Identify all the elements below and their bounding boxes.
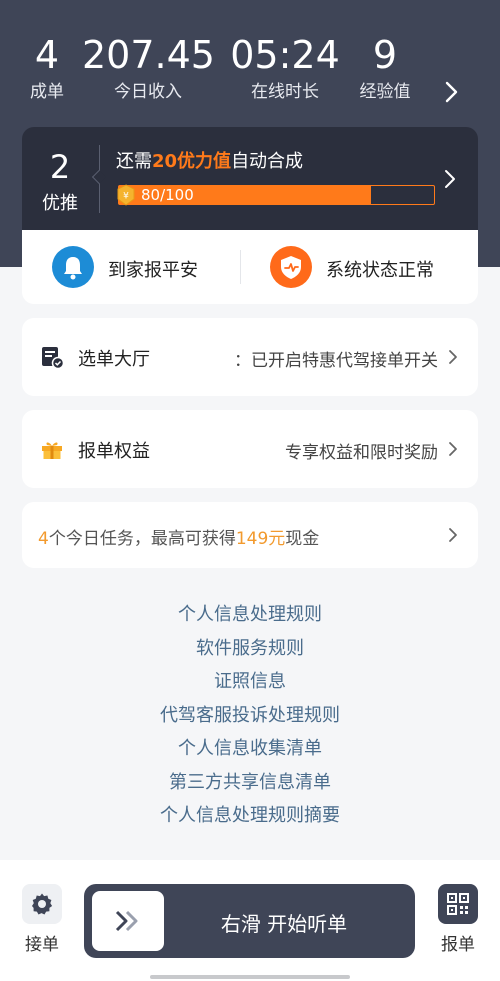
stat-income[interactable]: 207.45 今日收入: [82, 30, 215, 104]
order-hall-card[interactable]: 选单大厅 ：已开启特惠代驾接单开关: [22, 318, 478, 396]
system-status-button[interactable]: 系统状态正常: [270, 246, 450, 288]
task-suffix: 现金: [285, 529, 320, 549]
gift-icon: [42, 442, 62, 459]
order-rights-title: 报单权益: [78, 441, 150, 462]
system-status-label: 系统状态正常: [326, 260, 434, 281]
stat-online-label: 在线时长: [251, 82, 319, 102]
order-rights-card[interactable]: 报单权益 专享权益和限时奖励: [22, 410, 478, 488]
safety-divider: [240, 250, 241, 284]
stat-exp[interactable]: 9 经验值: [356, 30, 414, 104]
safety-card: 到家报平安 系统状态正常: [22, 230, 478, 304]
chevron-right-icon[interactable]: [444, 80, 460, 104]
stat-orders[interactable]: 4 成单: [25, 30, 69, 104]
shield-icon: [270, 246, 312, 288]
stat-online[interactable]: 05:24 在线时长: [230, 30, 340, 104]
link-info-collection-list[interactable]: 个人信息收集清单: [0, 732, 500, 766]
task-amount: 149元: [235, 529, 286, 549]
accept-order-button[interactable]: 接单: [22, 884, 62, 955]
report-order-button[interactable]: 报单: [437, 884, 479, 955]
task-count: 4: [38, 529, 49, 549]
badge-icon: ¥: [117, 184, 135, 206]
daily-tasks-text: 4个今日任务，最高可获得149元现金: [38, 524, 319, 549]
stat-income-label: 今日收入: [114, 82, 182, 102]
promo-title-suffix: 自动合成: [231, 151, 304, 172]
report-safe-button[interactable]: 到家报平安: [52, 246, 222, 288]
task-mid: 个今日任务，最高可获得: [48, 529, 236, 549]
promo-title-prefix: 还需: [116, 151, 152, 172]
order-hall-detail: ：已开启特惠代驾接单开关: [234, 351, 438, 371]
promo-divider-notch: [91, 169, 107, 185]
stat-income-value: 207.45: [82, 33, 215, 77]
order-hall-title: 选单大厅: [78, 349, 150, 370]
chevron-right-icon[interactable]: [444, 169, 456, 189]
daily-tasks-card[interactable]: 4个今日任务，最高可获得149元现金: [22, 502, 478, 568]
report-order-label: 报单: [441, 935, 475, 955]
chevron-right-icon: [449, 442, 457, 456]
stat-exp-label: 经验值: [359, 82, 411, 102]
promo-progress-text: 80/100: [141, 186, 194, 204]
report-safe-label: 到家报平安: [108, 260, 198, 281]
stat-orders-label: 成单: [30, 82, 64, 102]
bottom-bar: 接单 右滑 开始听单 报单: [0, 860, 500, 981]
link-license-info[interactable]: 证照信息: [0, 665, 500, 699]
stat-orders-value: 4: [34, 33, 60, 77]
policy-links: 个人信息处理规则 软件服务规则 证照信息 代驾客服投诉处理规则 个人信息收集清单…: [0, 598, 500, 833]
chevron-right-icon: [449, 528, 457, 542]
promo-title-highlight: 20优力值: [152, 151, 232, 172]
qr-code-icon: [438, 884, 478, 924]
promo-count: 2: [49, 148, 71, 186]
slider-text: 右滑 开始听单: [220, 912, 348, 936]
link-personal-info-rules-summary[interactable]: 个人信息处理规则摘要: [0, 799, 500, 833]
svg-text:¥: ¥: [123, 192, 129, 202]
promo-progress-bar: ¥ 80/100: [117, 184, 435, 206]
promo-card[interactable]: 2 优推 还需20优力值自动合成 ¥ 80/100: [22, 127, 478, 230]
stat-online-value: 05:24: [230, 33, 340, 77]
link-software-service-rules[interactable]: 软件服务规则: [0, 632, 500, 666]
start-listening-slider[interactable]: 右滑 开始听单: [84, 884, 415, 958]
stat-exp-value: 9: [372, 33, 398, 77]
promo-title: 还需20优力值自动合成: [116, 147, 303, 173]
double-chevron-right-icon: [115, 910, 138, 932]
document-check-icon: [42, 347, 64, 369]
accept-order-label: 接单: [25, 935, 59, 955]
gear-icon: [22, 884, 62, 924]
link-complaint-rules[interactable]: 代驾客服投诉处理规则: [0, 699, 500, 733]
order-rights-detail: 专享权益和限时奖励: [285, 443, 438, 463]
chevron-right-icon: [449, 350, 457, 364]
link-personal-info-rules[interactable]: 个人信息处理规则: [0, 598, 500, 632]
link-third-party-sharing-list[interactable]: 第三方共享信息清单: [0, 766, 500, 800]
stats-row[interactable]: 4 成单 207.45 今日收入 05:24 在线时长 9 经验值: [0, 30, 500, 110]
home-indicator: [150, 975, 350, 979]
promo-count-label: 优推: [42, 193, 78, 214]
bell-icon: [52, 246, 94, 288]
slider-handle[interactable]: [92, 891, 164, 951]
